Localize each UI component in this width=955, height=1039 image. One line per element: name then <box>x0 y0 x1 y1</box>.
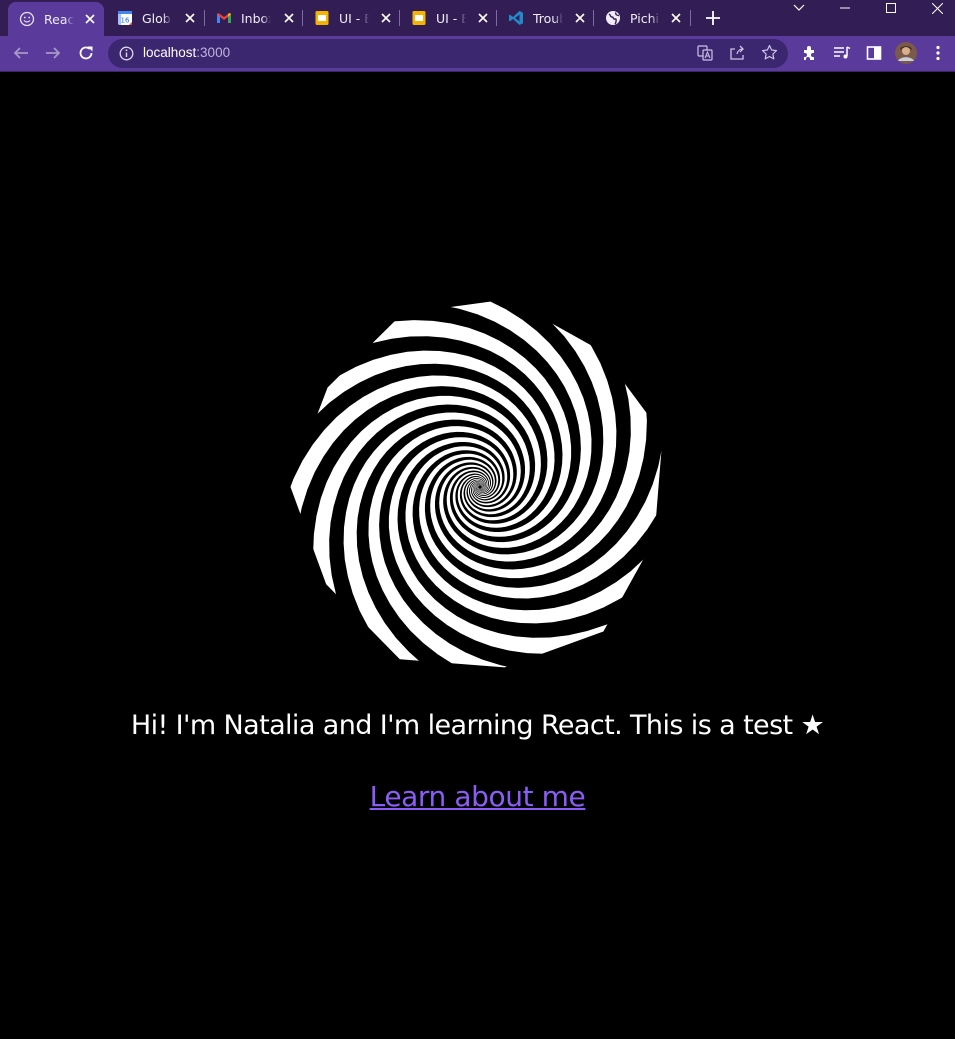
tab-title: Inbox <box>241 10 271 26</box>
close-tab-icon[interactable] <box>476 11 490 25</box>
close-tab-icon[interactable] <box>573 11 587 25</box>
translate-icon[interactable] <box>697 45 713 65</box>
close-tab-icon[interactable] <box>282 11 296 25</box>
tab-title: UI - Be <box>339 10 369 26</box>
tab-ui-be-1[interactable]: UI - Be <box>303 0 400 36</box>
vscode-icon <box>508 10 524 26</box>
extensions-icon[interactable] <box>799 42 821 64</box>
maximize-icon[interactable] <box>874 0 908 16</box>
tab-strip: React App 16 Global Inbox UI - Be UI - B… <box>0 0 955 36</box>
profile-avatar[interactable] <box>895 42 917 64</box>
calendar-day: 16 <box>121 17 130 25</box>
tab-piching[interactable]: Piching <box>594 0 690 36</box>
close-tab-icon[interactable] <box>669 11 683 25</box>
share-icon[interactable] <box>729 45 745 65</box>
reload-icon[interactable] <box>75 42 97 64</box>
menu-kebab-icon[interactable] <box>927 42 949 64</box>
globe-icon <box>605 10 621 26</box>
page-headline: Hi! I'm Natalia and I'm learning React. … <box>130 710 825 741</box>
tab-separator <box>690 10 691 26</box>
tab-title: UI - Be <box>436 10 466 26</box>
tab-ui-be-2[interactable]: UI - Be <box>400 0 497 36</box>
learn-about-me-link[interactable]: Learn about me <box>370 780 586 813</box>
slides-icon <box>314 10 330 26</box>
minimize-icon[interactable] <box>828 0 862 16</box>
tab-search-icon[interactable] <box>782 0 816 16</box>
media-queue-icon[interactable] <box>831 42 853 64</box>
gmail-icon <box>216 10 232 26</box>
address-bar[interactable]: localhost:3000 <box>108 39 788 68</box>
tab-global[interactable]: 16 Global <box>106 0 204 36</box>
spiral-arms <box>290 299 663 668</box>
new-tab-button[interactable] <box>703 8 723 28</box>
close-tab-icon[interactable] <box>379 11 393 25</box>
tab-title: Piching <box>630 10 660 26</box>
close-window-icon[interactable] <box>920 0 954 16</box>
learn-link-container: Learn about me <box>0 780 955 813</box>
forward-icon[interactable] <box>42 42 64 64</box>
tab-title: Troubl <box>533 10 563 26</box>
tab-react-app[interactable]: React App <box>8 2 104 36</box>
site-info-icon[interactable] <box>119 46 134 65</box>
url-text: localhost:3000 <box>143 45 230 60</box>
calendar-icon: 16 <box>117 10 133 26</box>
url-port: :3000 <box>196 45 231 60</box>
tab-title: Global <box>142 10 172 26</box>
url-host: localhost <box>143 45 197 60</box>
slides-icon <box>411 10 427 26</box>
react-smiley-icon <box>19 11 35 27</box>
tab-title: React App <box>44 11 74 27</box>
browser-toolbar: localhost:3000 <box>0 36 955 72</box>
hypnotic-spiral-image <box>288 295 672 679</box>
bookmark-star-icon[interactable] <box>761 44 778 65</box>
close-tab-icon[interactable] <box>183 11 197 25</box>
side-panel-icon[interactable] <box>863 42 885 64</box>
back-icon[interactable] <box>10 42 32 64</box>
close-tab-icon[interactable] <box>83 12 97 26</box>
tab-inbox[interactable]: Inbox <box>205 0 303 36</box>
tab-troubl[interactable]: Troubl <box>497 0 594 36</box>
